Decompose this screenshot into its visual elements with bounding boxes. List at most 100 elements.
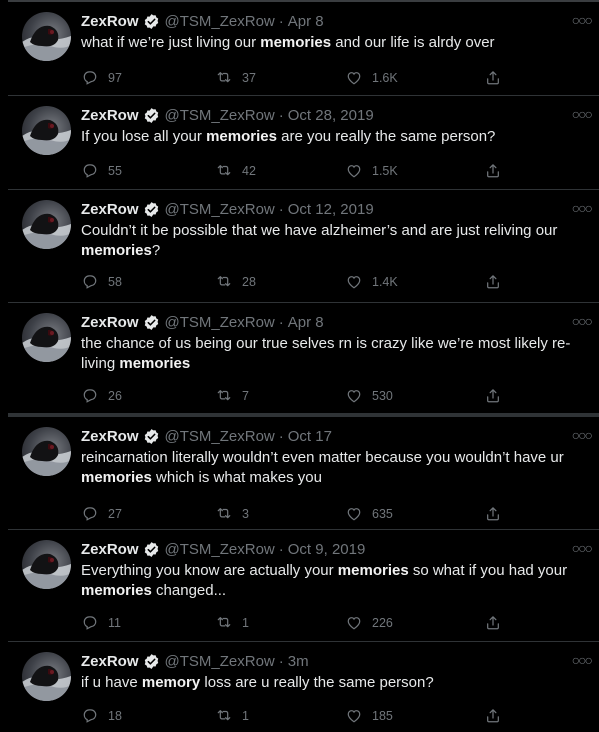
reply-button[interactable]: 26 [81,386,122,406]
heart-icon [347,276,361,289]
share-button[interactable] [484,613,511,633]
reply-count: 55 [108,164,122,178]
retweet-button[interactable]: 42 [215,161,256,181]
tweet[interactable]: ZexRow @TSM_ZexRow · Oct 12, 2019 ○○○ Couldn’… [8,189,599,302]
more-icon[interactable]: ○○○ [572,540,593,556]
share-button[interactable] [484,706,511,726]
like-button[interactable]: 1.6K [345,68,398,88]
separator: · [278,200,284,218]
more-icon[interactable]: ○○○ [572,427,593,443]
display-name[interactable]: ZexRow [81,201,139,218]
user-handle[interactable]: @TSM_ZexRow [165,541,275,558]
avatar[interactable] [22,12,71,61]
tweet-text: If you lose all your memories are you re… [81,128,496,145]
tweet-actions: 97 37 1.6K [81,68,599,88]
timestamp[interactable]: 3m [288,653,309,670]
user-handle[interactable]: @TSM_ZexRow [165,653,275,670]
like-button[interactable]: 185 [345,706,393,726]
avatar[interactable] [22,200,71,249]
share-button[interactable] [484,272,511,292]
tweet-actions: 11 1 226 [81,613,599,633]
user-handle[interactable]: @TSM_ZexRow [165,314,275,331]
reply-button[interactable]: 97 [81,68,122,88]
tweet[interactable]: ZexRow @TSM_ZexRow · 3m ○○○ if u have memory … [8,641,599,732]
avatar[interactable] [22,652,71,701]
verified-badge-icon [144,541,158,557]
verified-badge-icon [144,107,158,123]
avatar[interactable] [22,106,71,155]
timestamp[interactable]: Apr 8 [288,13,324,30]
like-button[interactable]: 1.4K [345,272,398,292]
heart-icon [347,508,361,521]
tweet-feed: ZexRow @TSM_ZexRow · Apr 8 ○○○ what if we’re … [0,0,599,732]
retweet-icon [217,165,231,176]
retweet-button[interactable]: 7 [215,386,249,406]
tweet-actions: 55 42 1.5K [81,161,599,181]
tweet-text: if u have memory loss are u really the s… [81,674,434,691]
display-name[interactable]: ZexRow [81,541,139,558]
retweet-button[interactable]: 1 [215,706,249,726]
tweet-header: ZexRow @TSM_ZexRow · Oct 28, 2019 [81,105,559,125]
retweet-button[interactable]: 3 [215,504,249,524]
like-button[interactable]: 1.5K [345,161,398,181]
avatar[interactable] [22,540,71,589]
timestamp[interactable]: Oct 28, 2019 [288,107,374,124]
display-name[interactable]: ZexRow [81,428,139,445]
like-button[interactable]: 530 [345,386,393,406]
reply-count: 11 [108,616,121,630]
reply-button[interactable]: 55 [81,161,122,181]
tweet-text: reincarnation literally wouldn’t even ma… [81,449,564,486]
like-button[interactable]: 226 [345,613,393,633]
retweet-button[interactable]: 28 [215,272,256,292]
reply-button[interactable]: 11 [81,613,121,633]
like-count: 1.5K [372,164,398,178]
reply-button[interactable]: 18 [81,706,122,726]
tweet[interactable]: ZexRow @TSM_ZexRow · Oct 9, 2019 ○○○ Everythi… [8,529,599,641]
avatar[interactable] [22,427,71,476]
heart-icon [347,165,361,178]
tweet-header: ZexRow @TSM_ZexRow · 3m [81,651,559,671]
display-name[interactable]: ZexRow [81,13,139,30]
retweet-button[interactable]: 1 [215,613,249,633]
reply-count: 58 [108,275,122,289]
tweet[interactable]: ZexRow @TSM_ZexRow · Apr 8 ○○○ the chance of … [8,302,599,413]
reply-icon [83,275,97,289]
like-count: 530 [372,389,393,403]
reply-button[interactable]: 58 [81,272,122,292]
like-button[interactable]: 635 [345,504,393,524]
share-button[interactable] [484,504,511,524]
display-name[interactable]: ZexRow [81,314,139,331]
like-count: 1.4K [372,275,398,289]
share-button[interactable] [484,386,511,406]
more-icon[interactable]: ○○○ [572,652,593,668]
timestamp[interactable]: Oct 9, 2019 [288,541,366,558]
user-handle[interactable]: @TSM_ZexRow [165,107,275,124]
display-name[interactable]: ZexRow [81,653,139,670]
like-count: 635 [372,507,393,521]
tweet[interactable]: ZexRow @TSM_ZexRow · Oct 17 ○○○ reincarnation… [8,413,599,529]
more-icon[interactable]: ○○○ [572,313,593,329]
user-handle[interactable]: @TSM_ZexRow [165,428,275,445]
more-icon[interactable]: ○○○ [572,12,593,28]
user-handle[interactable]: @TSM_ZexRow [165,13,275,30]
share-icon [487,71,499,85]
tweet[interactable]: ZexRow @TSM_ZexRow · Apr 8 ○○○ what if we’re … [8,0,599,95]
share-button[interactable] [484,161,511,181]
share-button[interactable] [484,68,511,88]
avatar[interactable] [22,313,71,362]
more-icon[interactable]: ○○○ [572,200,593,216]
timestamp[interactable]: Apr 8 [288,314,324,331]
share-icon [487,616,499,630]
timestamp[interactable]: Oct 12, 2019 [288,201,374,218]
display-name[interactable]: ZexRow [81,107,139,124]
retweet-button[interactable]: 37 [215,68,256,88]
more-icon[interactable]: ○○○ [572,106,593,122]
retweet-count: 28 [242,275,256,289]
timestamp[interactable]: Oct 17 [288,428,332,445]
heart-icon [347,617,361,630]
reply-button[interactable]: 27 [81,504,122,524]
separator: · [278,652,284,670]
tweet[interactable]: ZexRow @TSM_ZexRow · Oct 28, 2019 ○○○ If you … [8,95,599,189]
tweet-header: ZexRow @TSM_ZexRow · Apr 8 [81,312,559,332]
user-handle[interactable]: @TSM_ZexRow [165,201,275,218]
